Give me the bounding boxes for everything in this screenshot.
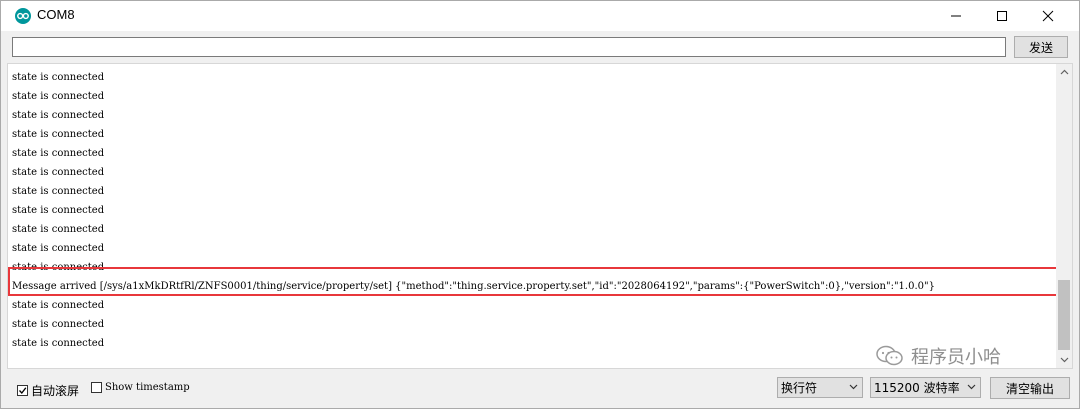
output-line: state is connected	[12, 72, 105, 83]
output-line: state is connected	[12, 110, 105, 121]
bottom-bar: 自动滚屏 Show timestamp 换行符 115200 波特率 清空输出	[1, 371, 1079, 408]
checkbox-checked-icon	[17, 385, 28, 396]
output-lines: state is connected state is connected st…	[12, 68, 1052, 353]
scroll-down-button[interactable]	[1056, 352, 1072, 368]
minimize-button[interactable]	[933, 1, 979, 31]
highlight-annotation-box	[8, 267, 1058, 296]
send-row: 发送	[1, 31, 1079, 63]
send-button[interactable]: 发送	[1014, 36, 1068, 58]
baud-rate-select[interactable]: 115200 波特率	[870, 377, 981, 398]
scrollbar-thumb[interactable]	[1058, 280, 1070, 350]
output-line: state is connected	[12, 243, 105, 254]
watermark-text: 程序员小哈	[911, 347, 1001, 368]
baud-rate-value: 115200 波特率	[874, 381, 960, 395]
clear-output-button[interactable]: 清空输出	[990, 377, 1070, 399]
window-title: COM8	[37, 7, 75, 22]
chevron-down-icon	[1060, 357, 1068, 363]
show-timestamp-checkbox[interactable]: Show timestamp	[91, 382, 190, 393]
output-line: state is connected	[12, 129, 105, 140]
close-icon	[1042, 10, 1054, 22]
serial-monitor-window: COM8 发送 state is connected state is conn…	[0, 0, 1080, 409]
serial-output[interactable]: state is connected state is connected st…	[7, 63, 1073, 369]
output-line: state is connected	[12, 186, 105, 197]
wechat-icon	[876, 345, 903, 366]
watermark: 程序员小哈	[875, 343, 1001, 369]
autoscroll-label: 自动滚屏	[31, 384, 80, 398]
output-line: state is connected	[12, 91, 105, 102]
arduino-logo-icon	[15, 8, 31, 24]
line-ending-value: 换行符	[781, 381, 818, 395]
chevron-up-icon	[1060, 69, 1068, 75]
maximize-button[interactable]	[979, 1, 1025, 31]
autoscroll-checkbox[interactable]: 自动滚屏	[17, 382, 79, 399]
output-line: state is connected	[12, 319, 105, 330]
show-timestamp-label: Show timestamp	[105, 382, 190, 393]
output-line: state is connected	[12, 205, 105, 216]
maximize-icon	[997, 11, 1007, 21]
output-line: state is connected	[12, 148, 105, 159]
output-line: state is connected	[12, 167, 105, 178]
close-button[interactable]	[1025, 1, 1071, 31]
vertical-scrollbar[interactable]	[1056, 64, 1072, 368]
line-ending-select[interactable]: 换行符	[777, 377, 863, 398]
chevron-down-icon	[967, 384, 976, 390]
chevron-down-icon	[849, 384, 858, 390]
title-bar: COM8	[1, 1, 1079, 31]
scroll-up-button[interactable]	[1056, 64, 1072, 80]
output-line: state is connected	[12, 300, 105, 311]
minimize-icon	[951, 15, 961, 17]
checkbox-unchecked-icon	[91, 382, 102, 393]
send-input[interactable]	[12, 37, 1006, 57]
output-line: state is connected	[12, 224, 105, 235]
